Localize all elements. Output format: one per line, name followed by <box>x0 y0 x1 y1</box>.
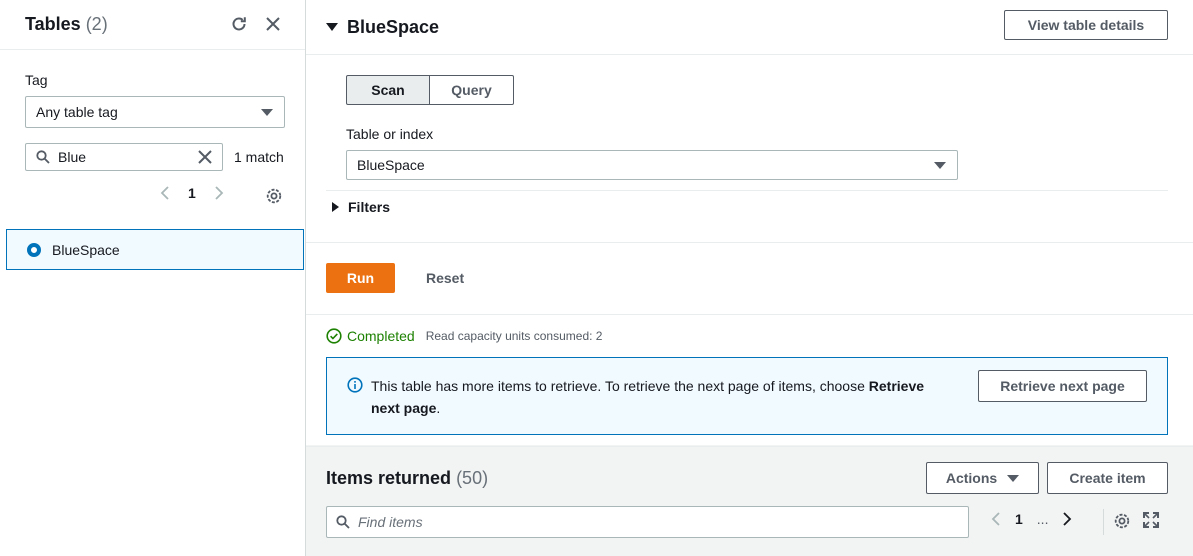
table-search-input[interactable]: Blue <box>25 143 223 171</box>
status-line: Completed Read capacity units consumed: … <box>326 328 602 344</box>
table-or-index-label: Table or index <box>346 126 434 142</box>
collapse-icon[interactable] <box>326 23 338 31</box>
find-items-field[interactable] <box>326 506 969 538</box>
items-returned-section: Items returned (50) Actions Create item … <box>306 446 1193 556</box>
expand-icon <box>332 201 339 212</box>
table-list-item[interactable]: BlueSpace <box>6 229 304 270</box>
close-icon[interactable] <box>261 12 285 36</box>
actions-button[interactable]: Actions <box>926 462 1039 494</box>
table-explorer: BlueSpace View table details Scan Query … <box>306 0 1193 556</box>
items-title: Items returned (50) <box>326 468 488 489</box>
retrieve-next-page-button[interactable]: Retrieve next page <box>978 370 1147 402</box>
filters-label: Filters <box>348 198 391 215</box>
tag-select[interactable]: Any table tag <box>25 96 285 128</box>
chevron-right-icon[interactable] <box>214 185 224 201</box>
scan-tab[interactable]: Scan <box>346 75 430 105</box>
chevron-left-icon[interactable] <box>160 185 170 201</box>
page-number[interactable]: 1 <box>1015 511 1023 527</box>
filters-toggle[interactable]: Filters <box>326 190 1168 222</box>
pagination-ellipsis: ... <box>1036 511 1049 527</box>
table-name: BlueSpace <box>52 241 120 258</box>
items-title-text: Items returned <box>326 468 452 488</box>
divider <box>1103 509 1104 535</box>
table-header: BlueSpace View table details <box>306 0 1193 55</box>
info-message-text: This table has more items to retrieve. T… <box>371 378 869 394</box>
search-icon <box>336 515 350 529</box>
status-text: Completed <box>347 328 415 344</box>
table-or-index-select[interactable]: BlueSpace <box>346 150 958 180</box>
run-button[interactable]: Run <box>326 263 395 293</box>
info-message-suffix: . <box>436 400 441 416</box>
query-tab[interactable]: Query <box>430 75 514 105</box>
match-count: 1 match <box>234 149 284 165</box>
items-count: (50) <box>456 468 489 488</box>
caret-down-icon <box>1007 474 1020 482</box>
status-area: Completed Read capacity units consumed: … <box>306 314 1193 445</box>
actions-label: Actions <box>945 470 998 486</box>
chevron-down-icon <box>261 109 273 116</box>
tables-pagination: 1 <box>160 185 224 201</box>
info-icon <box>347 377 363 396</box>
table-or-index-value: BlueSpace <box>357 157 425 173</box>
gear-icon[interactable] <box>1112 511 1132 534</box>
create-item-button[interactable]: Create item <box>1047 462 1168 494</box>
fullscreen-icon[interactable] <box>1142 511 1160 532</box>
find-items-input[interactable] <box>358 514 938 530</box>
search-icon <box>36 150 50 164</box>
info-message: This table has more items to retrieve. T… <box>371 375 951 419</box>
info-alert: This table has more items to retrieve. T… <box>326 357 1168 435</box>
tables-title: Tables <box>25 14 81 34</box>
tables-panel: Tables (2) Tag Any table tag Blue 1 matc… <box>0 0 306 556</box>
gear-icon[interactable] <box>264 186 284 209</box>
scan-panel: BlueSpace View table details Scan Query … <box>306 0 1193 242</box>
tables-count: (2) <box>85 14 108 34</box>
page-number[interactable]: 1 <box>188 185 196 201</box>
tag-label: Tag <box>25 72 48 88</box>
check-circle-icon <box>326 328 342 344</box>
chevron-left-icon[interactable] <box>991 511 1001 527</box>
items-pagination: 1 ... <box>991 511 1072 527</box>
capacity-text: Read capacity units consumed: 2 <box>425 329 603 343</box>
refresh-icon[interactable] <box>227 12 251 36</box>
chevron-right-icon[interactable] <box>1062 511 1072 527</box>
run-area: Run Reset <box>306 242 1193 314</box>
scan-query-toggle: Scan Query <box>346 75 514 105</box>
table-search-value: Blue <box>58 149 87 165</box>
chevron-down-icon <box>934 162 946 169</box>
tag-select-value: Any table tag <box>36 104 118 120</box>
table-title: BlueSpace <box>347 16 440 37</box>
clear-search-icon[interactable] <box>196 148 214 169</box>
reset-button[interactable]: Reset <box>426 270 464 286</box>
radio-selected-icon[interactable] <box>27 242 41 257</box>
view-table-details-button[interactable]: View table details <box>1004 10 1168 40</box>
